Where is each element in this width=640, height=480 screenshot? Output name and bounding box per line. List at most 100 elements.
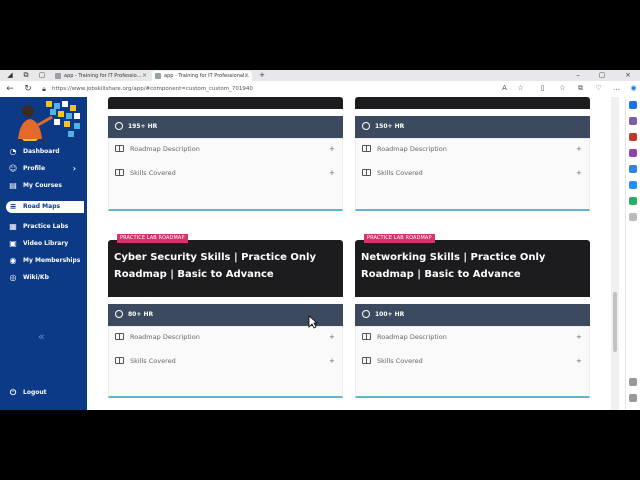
skills-covered-row[interactable]: Skills Covered + <box>362 167 584 179</box>
url-field[interactable]: https://www.jobskillshare.org/app/#compo… <box>52 83 492 95</box>
tab-label: app - Training for IT Professional... <box>164 73 250 79</box>
wiki-icon: ◎ <box>9 273 17 282</box>
logout-button[interactable]: ⏻ Logout <box>6 387 84 399</box>
tools-icon[interactable] <box>629 133 637 141</box>
card-header[interactable]: PRACTICE LAB ROADMAP Cyber Security Skil… <box>108 234 343 297</box>
card-body: Roadmap Description + Skills Covered + <box>108 138 343 211</box>
card-body: Roadmap Description + Skills Covered + <box>108 326 343 398</box>
logout-label: Logout <box>23 389 47 396</box>
tab-label: app - Training for IT Professio... <box>64 73 142 79</box>
sidebar-toggle-icon[interactable] <box>629 378 637 386</box>
user-icon: ☺ <box>8 164 18 173</box>
roadmap-description-row[interactable]: Roadmap Description + <box>115 143 337 155</box>
new-tab-button[interactable]: + <box>254 70 270 81</box>
close-window-icon[interactable]: × <box>620 70 636 81</box>
card-hours: 150+ HR <box>375 123 405 130</box>
card-hours-bar: 150+ HR <box>355 116 590 138</box>
minimize-icon[interactable]: – <box>570 70 586 81</box>
browser-logo-icon[interactable]: ◢ <box>2 70 18 81</box>
row-label: Roadmap Description <box>130 145 200 153</box>
lock-icon[interactable]: 🔒︎ <box>38 83 50 95</box>
card-title[interactable]: Cyber Security Skills | Practice Only Ro… <box>114 249 342 283</box>
tab-1[interactable]: app - Training for IT Professio... × <box>52 71 150 81</box>
skills-covered-row[interactable]: Skills Covered + <box>115 167 337 179</box>
collections-icon[interactable]: ⧉ <box>576 84 585 93</box>
sidebar-item-profile[interactable]: ☺ Profile › <box>6 163 84 175</box>
card-header[interactable]: PRACTICE LAB ROADMAP Networking Skills |… <box>355 234 590 297</box>
sidebar-item-practice-labs[interactable]: ▦ Practice Labs <box>6 221 84 233</box>
row-label: Roadmap Description <box>377 145 447 153</box>
expand-icon[interactable]: + <box>329 331 335 343</box>
maximize-icon[interactable]: ▢ <box>594 70 610 81</box>
copilot-icon[interactable]: ◉ <box>629 84 638 93</box>
mouse-cursor-icon <box>308 315 318 329</box>
site-favicon-icon <box>55 73 61 79</box>
skills-covered-row[interactable]: Skills Covered + <box>115 355 337 367</box>
expand-icon[interactable]: + <box>329 355 335 367</box>
video-icon: ▣ <box>9 239 17 248</box>
sidebar-item-dashboard[interactable]: ◔ Dashboard <box>6 146 84 158</box>
expand-icon[interactable]: + <box>329 143 335 155</box>
add-icon[interactable] <box>629 213 637 221</box>
card-title[interactable]: Networking Skills | Practice Only Roadma… <box>361 249 589 283</box>
sidebar: ◔ Dashboard ☺ Profile › ▤ My Courses ≡ R… <box>0 97 87 410</box>
expand-icon[interactable]: + <box>576 143 582 155</box>
card-badge: PRACTICE LAB ROADMAP <box>364 234 435 243</box>
search-icon[interactable] <box>629 101 637 109</box>
close-tab-icon[interactable]: × <box>244 71 249 81</box>
roadmap-description-row[interactable]: Roadmap Description + <box>362 143 584 155</box>
membership-icon: ◉ <box>9 256 17 265</box>
outlook-icon[interactable] <box>629 181 637 189</box>
roadmap-icon: ≡ <box>9 202 17 211</box>
roadmap-description-row[interactable]: Roadmap Description + <box>362 331 584 343</box>
clock-icon <box>115 122 123 130</box>
book-icon <box>362 169 371 176</box>
more-icon[interactable]: … <box>612 84 621 93</box>
expand-icon[interactable]: + <box>576 331 582 343</box>
courses-icon: ▤ <box>9 181 17 190</box>
roadmap-description-row[interactable]: Roadmap Description + <box>115 331 337 343</box>
extensions-icon[interactable]: ♡ <box>594 84 603 93</box>
scrollbar-thumb[interactable] <box>613 292 617 352</box>
browser-side-panel <box>625 97 640 410</box>
sidebar-item-my-courses[interactable]: ▤ My Courses <box>6 180 84 192</box>
tab-actions-icon[interactable]: ▢ <box>34 70 50 81</box>
shopping-icon[interactable] <box>629 117 637 125</box>
sidebar-item-my-memberships[interactable]: ◉ My Memberships <box>6 255 84 267</box>
expand-icon[interactable]: + <box>576 355 582 367</box>
expand-icon[interactable]: + <box>576 167 582 179</box>
skills-covered-row[interactable]: Skills Covered + <box>362 355 584 367</box>
sidebar-item-label: Video Library <box>23 240 69 247</box>
split-screen-icon[interactable]: ▯ <box>538 84 547 93</box>
book-icon <box>362 357 371 364</box>
book-icon <box>115 333 124 340</box>
book-icon <box>362 333 371 340</box>
page-scrollbar[interactable] <box>611 97 619 410</box>
favorites-icon[interactable]: ☆ <box>558 84 567 93</box>
tab-2[interactable]: app - Training for IT Professional... × <box>152 71 252 81</box>
address-bar: ← ↻ 🔒︎ https://www.jobskillshare.org/app… <box>0 81 640 98</box>
sidebar-item-road-maps[interactable]: ≡ Road Maps <box>6 201 84 213</box>
row-label: Skills Covered <box>130 169 176 177</box>
refresh-icon[interactable]: ↻ <box>22 83 34 95</box>
sidebar-item-video-library[interactable]: ▣ Video Library <box>6 238 84 250</box>
settings-icon[interactable] <box>629 394 637 402</box>
row-label: Roadmap Description <box>130 333 200 341</box>
favorite-icon[interactable]: ☆ <box>516 84 525 93</box>
back-icon[interactable]: ← <box>4 83 16 95</box>
games-icon[interactable] <box>629 149 637 157</box>
office-icon[interactable] <box>629 165 637 173</box>
expand-icon[interactable]: + <box>329 167 335 179</box>
sidebar-item-wiki-kb[interactable]: ◎ Wiki/Kb <box>6 272 84 284</box>
read-aloud-icon[interactable]: A <box>500 84 509 93</box>
main-content: 195+ HR Roadmap Description + Skills Cov… <box>87 97 626 410</box>
card-hours: 195+ HR <box>128 123 158 130</box>
site-favicon-icon <box>155 73 161 79</box>
collapse-sidebar-icon[interactable]: « <box>38 330 45 343</box>
sidebar-item-label: Dashboard <box>23 148 60 155</box>
drop-icon[interactable] <box>629 197 637 205</box>
close-tab-icon[interactable]: × <box>142 71 147 81</box>
workspaces-icon[interactable]: ⧉ <box>18 70 34 81</box>
book-icon <box>115 357 124 364</box>
sidebar-item-label: Wiki/Kb <box>23 274 49 281</box>
